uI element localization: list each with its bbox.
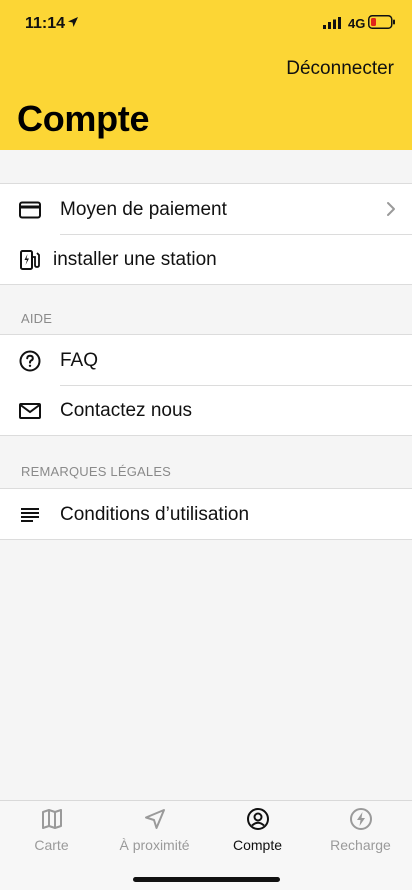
status-bar: 11:14 4G (0, 0, 412, 48)
chevron-right-icon (387, 202, 395, 216)
payment-method-item[interactable]: Moyen de paiement (0, 184, 412, 234)
signal-icon (323, 17, 341, 29)
bolt-circle-icon (349, 808, 372, 830)
lines-icon (21, 508, 39, 522)
tab-carte-label: Carte (34, 837, 69, 853)
account-group: Moyen de paiement installer une station (0, 183, 412, 285)
battery-icon (368, 15, 395, 29)
question-circle-icon (19, 350, 41, 372)
tab-compte-label: Compte (232, 837, 283, 853)
home-indicator[interactable] (133, 877, 280, 882)
help-section-title: AIDE (21, 311, 53, 326)
tab-a-proximite-label: À proximité (119, 837, 190, 853)
contact-label: Contactez nous (60, 400, 193, 421)
help-group: FAQ Contactez nous (0, 334, 412, 436)
tab-carte[interactable]: Carte (0, 807, 103, 857)
payment-method-label: Moyen de paiement (60, 199, 227, 220)
page-title: Compte (17, 98, 150, 139)
terms-label: Conditions d’utilisation (60, 504, 250, 525)
install-station-label: installer une station (53, 249, 217, 270)
network-type: 4G (348, 16, 366, 31)
legal-section-title: REMARQUES LÉGALES (21, 464, 172, 479)
faq-label: FAQ (60, 350, 99, 371)
logout-button[interactable]: Déconnecter (286, 58, 394, 80)
tab-a-proximite[interactable]: À proximité (103, 807, 206, 857)
contact-item[interactable]: Contactez nous (0, 385, 412, 435)
navigation-arrow-icon (144, 809, 165, 829)
map-icon (41, 809, 62, 829)
tab-compte[interactable]: Compte (206, 807, 309, 857)
user-circle-icon (246, 808, 269, 830)
credit-card-icon (19, 201, 41, 219)
legal-group: Conditions d’utilisation (0, 488, 412, 540)
header: 11:14 4G Déconnecter Compte (0, 0, 412, 150)
terms-item[interactable]: Conditions d’utilisation (0, 489, 412, 539)
tab-recharge-label: Recharge (330, 837, 391, 853)
install-station-item[interactable]: installer une station (0, 234, 412, 284)
mail-icon (19, 403, 41, 419)
tab-recharge[interactable]: Recharge (309, 807, 412, 857)
charging-station-icon (20, 250, 40, 270)
location-arrow-icon (68, 17, 78, 27)
faq-item[interactable]: FAQ (0, 335, 412, 385)
status-time: 11:14 (25, 15, 66, 32)
